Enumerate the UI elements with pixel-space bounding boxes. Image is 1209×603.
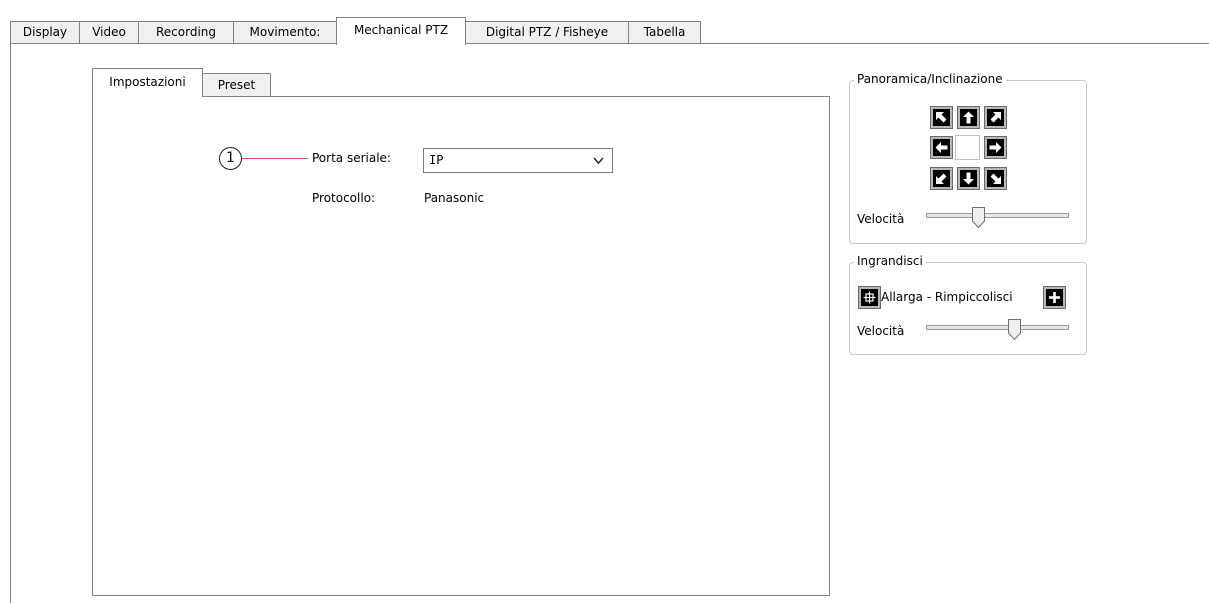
serial-port-value: IP xyxy=(429,153,444,167)
arrow-up-left-icon xyxy=(933,111,950,124)
pan-left-button[interactable] xyxy=(930,136,953,159)
tab-mechanical-ptz[interactable]: Mechanical PTZ xyxy=(336,17,466,45)
tab-digital-ptz-fisheye[interactable]: Digital PTZ / Fisheye xyxy=(465,21,629,44)
zoom-group: Ingrandisci xyxy=(849,254,1087,355)
pan-speed-label: Velocità xyxy=(857,212,905,226)
pan-speed-slider-thumb[interactable] xyxy=(971,207,985,229)
tab-display[interactable]: Display xyxy=(10,21,80,44)
tab-impostazioni[interactable]: Impostazioni xyxy=(92,68,203,97)
arrow-right-icon xyxy=(987,141,1004,154)
tab-recording[interactable]: Recording xyxy=(138,21,234,44)
tab-movimento[interactable]: Movimento: xyxy=(233,21,337,44)
serial-port-select[interactable]: IP xyxy=(423,148,613,173)
zoom-speed-slider[interactable] xyxy=(926,325,1069,330)
pan-up-button[interactable] xyxy=(957,106,980,129)
tab-video[interactable]: Video xyxy=(79,21,139,44)
tab-tabella[interactable]: Tabella xyxy=(628,21,701,44)
protocol-value: Panasonic xyxy=(424,191,485,205)
pan-up-right-button[interactable] xyxy=(984,106,1007,129)
zoom-wide-icon xyxy=(861,291,878,304)
arrow-up-right-icon xyxy=(987,111,1004,124)
pan-down-button[interactable] xyxy=(957,167,980,190)
serial-port-label: Porta seriale: xyxy=(312,151,391,165)
arrow-down-icon xyxy=(960,172,977,185)
tab-preset[interactable]: Preset xyxy=(202,73,271,97)
protocol-label: Protocollo: xyxy=(312,191,376,205)
zoom-speed-slider-thumb[interactable] xyxy=(1007,319,1021,341)
zoom-out-button[interactable] xyxy=(858,286,881,309)
chevron-down-icon xyxy=(593,149,604,180)
callout-line xyxy=(242,158,308,159)
zoom-title: Ingrandisci xyxy=(854,254,926,268)
arrow-left-icon xyxy=(933,141,950,154)
pan-down-left-button[interactable] xyxy=(930,167,953,190)
pan-speed-slider[interactable] xyxy=(926,213,1069,218)
arrow-down-left-icon xyxy=(933,172,950,185)
pan-center-area xyxy=(955,135,980,160)
pan-down-right-button[interactable] xyxy=(984,167,1007,190)
zoom-in-button[interactable] xyxy=(1043,286,1066,309)
callout-marker: 1 xyxy=(219,147,242,170)
pan-tilt-title: Panoramica/Inclinazione xyxy=(854,72,1006,86)
arrow-down-right-icon xyxy=(987,172,1004,185)
zoom-label: Allarga - Rimpiccolisci xyxy=(881,290,1013,304)
zoom-speed-label: Velocità xyxy=(857,324,905,338)
arrow-up-icon xyxy=(960,111,977,124)
pan-right-button[interactable] xyxy=(984,136,1007,159)
pan-up-left-button[interactable] xyxy=(930,106,953,129)
plus-icon xyxy=(1046,291,1063,304)
